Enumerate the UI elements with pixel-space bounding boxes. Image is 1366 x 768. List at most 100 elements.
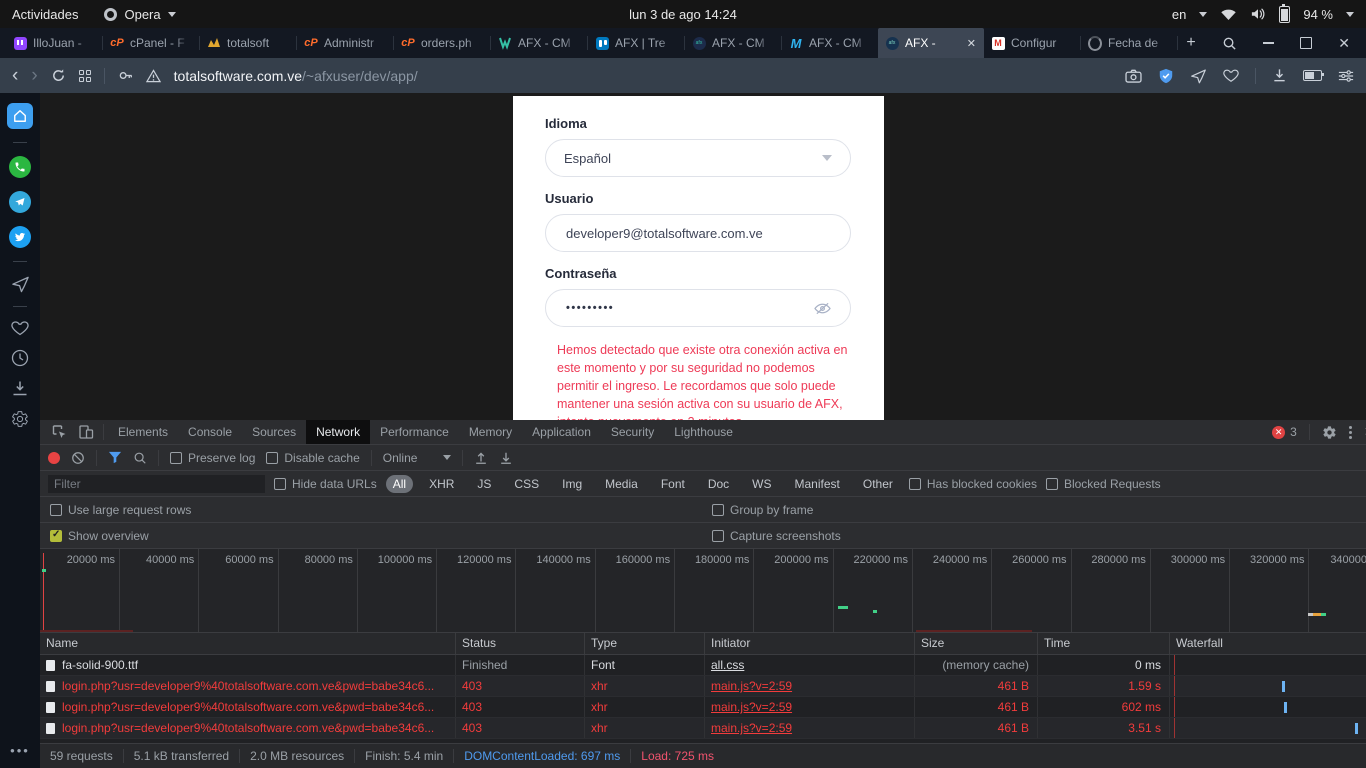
initiator-link[interactable]: all.css bbox=[705, 655, 915, 675]
console-error-badge[interactable]: ✕ 3 bbox=[1272, 425, 1297, 439]
close-window-button[interactable]: ✕ bbox=[1338, 36, 1350, 50]
devtools-tab-memory[interactable]: Memory bbox=[459, 420, 522, 444]
devtools-tab-elements[interactable]: Elements bbox=[108, 420, 178, 444]
filter-pill-font[interactable]: Font bbox=[654, 475, 692, 493]
show-overview-checkbox[interactable]: Show overview bbox=[50, 529, 149, 543]
easy-setup-sliders-icon[interactable] bbox=[1338, 69, 1354, 83]
devtools-settings-gear-icon[interactable] bbox=[1322, 425, 1337, 440]
devtools-tab-security[interactable]: Security bbox=[601, 420, 664, 444]
keyboard-layout-indicator[interactable]: en bbox=[1172, 7, 1186, 22]
disable-cache-checkbox[interactable]: Disable cache bbox=[266, 451, 359, 465]
devtools-more-options-icon[interactable] bbox=[1349, 426, 1352, 439]
col-status[interactable]: Status bbox=[456, 633, 585, 654]
flow-paper-plane-icon[interactable] bbox=[11, 275, 30, 293]
system-clock[interactable]: lun 3 de ago 14:24 bbox=[629, 7, 737, 22]
filter-pill-doc[interactable]: Doc bbox=[701, 475, 736, 493]
snapshot-camera-icon[interactable] bbox=[1125, 69, 1142, 83]
col-initiator[interactable]: Initiator bbox=[705, 633, 915, 654]
search-network-icon[interactable] bbox=[133, 451, 147, 465]
tab-orders[interactable]: cP orders.ph bbox=[394, 28, 490, 58]
activities-button[interactable]: Actividades bbox=[12, 7, 78, 22]
table-row[interactable]: login.php?usr=developer9%40totalsoftware… bbox=[40, 697, 1366, 718]
import-har-icon[interactable] bbox=[474, 451, 488, 465]
bookmarks-heart-icon[interactable] bbox=[11, 320, 29, 336]
tab-fecha[interactable]: Fecha de bbox=[1081, 28, 1177, 58]
downloads-icon[interactable] bbox=[1272, 68, 1287, 83]
table-row[interactable]: login.php?usr=developer9%40totalsoftware… bbox=[40, 676, 1366, 697]
forward-button[interactable]: › bbox=[31, 65, 37, 87]
toggle-password-eye-slash-icon[interactable] bbox=[813, 301, 832, 316]
filter-pill-img[interactable]: Img bbox=[555, 475, 589, 493]
speed-dial-icon[interactable] bbox=[79, 70, 91, 82]
tab-afx-cms-3[interactable]: M AFX - CM bbox=[782, 28, 878, 58]
devtools-tab-sources[interactable]: Sources bbox=[242, 420, 306, 444]
col-size[interactable]: Size bbox=[915, 633, 1038, 654]
device-toolbar-icon[interactable] bbox=[78, 424, 94, 440]
devtools-tab-network[interactable]: Network bbox=[306, 420, 370, 444]
tab-administr[interactable]: cP Administr bbox=[297, 28, 393, 58]
settings-gear-icon[interactable] bbox=[11, 410, 29, 428]
whatsapp-icon[interactable] bbox=[9, 156, 31, 178]
devtools-tab-application[interactable]: Application bbox=[522, 420, 601, 444]
bookmark-heart-icon[interactable] bbox=[1223, 68, 1239, 83]
table-row[interactable]: login.php?usr=developer9%40totalsoftware… bbox=[40, 718, 1366, 739]
not-secure-warning-icon[interactable] bbox=[146, 69, 161, 83]
export-har-icon[interactable] bbox=[499, 451, 513, 465]
filter-funnel-icon[interactable] bbox=[108, 451, 122, 464]
record-network-log-button[interactable] bbox=[48, 452, 60, 464]
filter-pill-other[interactable]: Other bbox=[856, 475, 900, 493]
my-flow-icon[interactable] bbox=[1190, 68, 1207, 84]
tab-configur[interactable]: M Configur bbox=[984, 28, 1080, 58]
url-field[interactable]: totalsoftware.com.ve/~afxuser/dev/app/ bbox=[174, 68, 418, 84]
tab-afx-cms-1[interactable]: AFX - CM bbox=[491, 28, 587, 58]
filter-pill-media[interactable]: Media bbox=[598, 475, 645, 493]
filter-pill-manifest[interactable]: Manifest bbox=[788, 475, 847, 493]
app-menu[interactable]: Opera bbox=[104, 7, 175, 22]
has-blocked-cookies-checkbox[interactable]: Has blocked cookies bbox=[909, 477, 1037, 491]
tab-afx-cms-2[interactable]: afx AFX - CM bbox=[685, 28, 781, 58]
network-overview-timeline[interactable]: 20000 ms 40000 ms 60000 ms 80000 ms 1000… bbox=[40, 549, 1366, 633]
chevron-down-icon[interactable] bbox=[1346, 12, 1354, 17]
col-name[interactable]: Name bbox=[40, 633, 456, 654]
filter-pill-all[interactable]: All bbox=[386, 475, 413, 493]
col-time[interactable]: Time bbox=[1038, 633, 1170, 654]
twitter-icon[interactable] bbox=[9, 226, 31, 248]
devtools-tab-console[interactable]: Console bbox=[178, 420, 242, 444]
filter-pill-js[interactable]: JS bbox=[470, 475, 498, 493]
reload-button[interactable] bbox=[51, 68, 66, 83]
telegram-icon[interactable] bbox=[9, 191, 31, 213]
tab-close-icon[interactable]: ✕ bbox=[966, 37, 977, 50]
col-waterfall[interactable]: Waterfall▲ bbox=[1170, 633, 1366, 654]
initiator-link[interactable]: main.js?v=2:59 bbox=[705, 697, 915, 717]
initiator-link[interactable]: main.js?v=2:59 bbox=[705, 718, 915, 738]
tab-afx-active[interactable]: afx AFX - ✕ bbox=[878, 28, 984, 58]
devtools-tab-performance[interactable]: Performance bbox=[370, 420, 459, 444]
sidebar-more-icon[interactable]: ••• bbox=[10, 743, 30, 758]
group-by-frame-checkbox[interactable]: Group by frame bbox=[712, 503, 813, 517]
clear-network-log-icon[interactable] bbox=[71, 451, 85, 465]
tab-cpanel[interactable]: cP cPanel - F bbox=[103, 28, 199, 58]
tab-illojuan[interactable]: IlloJuan - bbox=[6, 28, 102, 58]
inspect-element-icon[interactable] bbox=[51, 424, 68, 440]
tab-totalsoftware[interactable]: totalsoft bbox=[200, 28, 296, 58]
speed-dial-home-icon[interactable] bbox=[7, 103, 33, 129]
table-header[interactable]: Name Status Type Initiator Size Time Wat… bbox=[40, 633, 1366, 655]
table-row[interactable]: fa-solid-900.ttf Finished Font all.css (… bbox=[40, 655, 1366, 676]
maximize-button[interactable] bbox=[1300, 37, 1312, 49]
password-input[interactable] bbox=[564, 301, 813, 315]
battery-saver-icon[interactable] bbox=[1303, 70, 1322, 81]
back-button[interactable]: ‹ bbox=[12, 65, 18, 87]
initiator-link[interactable]: main.js?v=2:59 bbox=[705, 676, 915, 696]
search-icon[interactable] bbox=[1222, 36, 1237, 51]
tab-trello[interactable]: AFX | Tre bbox=[588, 28, 684, 58]
use-large-request-rows-checkbox[interactable]: Use large request rows bbox=[50, 503, 191, 517]
filter-pill-xhr[interactable]: XHR bbox=[422, 475, 461, 493]
downloads-tray-icon[interactable] bbox=[12, 380, 28, 397]
minimize-button[interactable] bbox=[1263, 42, 1274, 44]
filter-pill-ws[interactable]: WS bbox=[745, 475, 778, 493]
capture-screenshots-checkbox[interactable]: Capture screenshots bbox=[712, 529, 841, 543]
user-input[interactable] bbox=[564, 225, 832, 242]
new-tab-button[interactable]: + bbox=[1178, 28, 1204, 58]
filter-pill-css[interactable]: CSS bbox=[507, 475, 546, 493]
hide-data-urls-checkbox[interactable]: Hide data URLs bbox=[274, 477, 377, 491]
